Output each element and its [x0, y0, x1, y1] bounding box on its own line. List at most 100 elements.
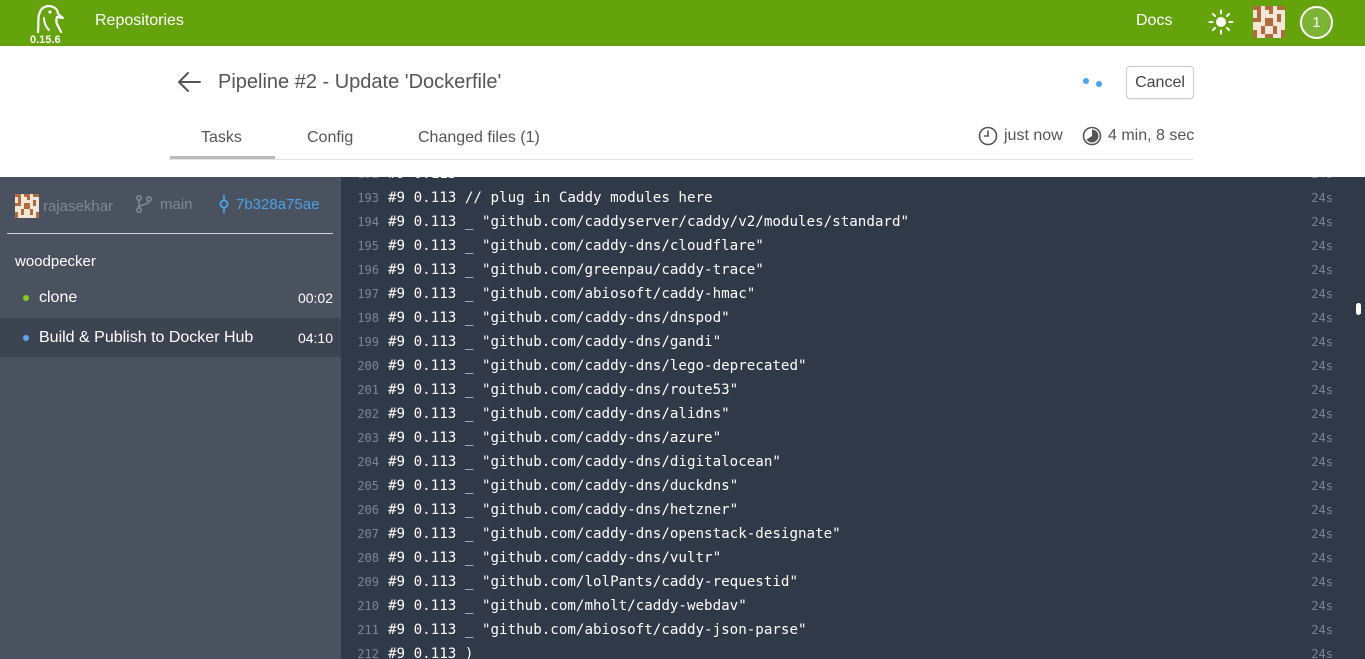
created-time-label: just now — [1004, 127, 1063, 144]
sidebar-divider — [7, 233, 333, 234]
log-line-text: #9 0.113 _ "github.com/caddy-dns/alidns" — [388, 406, 730, 422]
log-line-text: #9 0.113 _ "github.com/caddy-dns/route53… — [388, 382, 739, 398]
log-line-number[interactable]: 195 — [341, 239, 379, 253]
step-label: clone — [39, 288, 78, 306]
nav-repositories-link[interactable]: Repositories — [95, 12, 184, 30]
log-line-time: 24s — [1311, 263, 1333, 277]
log-viewer[interactable]: 192 #9 0.113 24s 193 #9 0.113 // plug in Cad… — [341, 177, 1365, 659]
log-line: 192 #9 0.113 24s — [341, 177, 1365, 186]
notification-badge[interactable]: 1 — [1300, 6, 1333, 39]
step-duration: 00:02 — [297, 289, 333, 306]
log-line-time: 24s — [1311, 599, 1333, 613]
log-line: 199 #9 0.113 _ "github.com/caddy-dns/gand… — [341, 330, 1365, 354]
log-line: 208 #9 0.113 _ "github.com/caddy-dns/vult… — [341, 546, 1365, 570]
log-line-text: #9 0.113 _ "github.com/caddy-dns/cloudfl… — [388, 238, 764, 254]
tab-config[interactable]: Config — [307, 129, 353, 147]
log-line-number[interactable]: 200 — [341, 359, 379, 373]
commit-sha: 7b328a75ae — [236, 195, 320, 213]
log-line-text: #9 0.113 _ "github.com/caddy-dns/dnspod" — [388, 310, 730, 326]
log-line-number[interactable]: 205 — [341, 479, 379, 493]
log-line-text: #9 0.113 _ "github.com/caddy-dns/digital… — [388, 454, 781, 470]
commit-sha-link[interactable]: 7b328a75ae — [218, 194, 319, 214]
log-line-number[interactable]: 194 — [341, 215, 379, 229]
log-line-time: 24s — [1311, 215, 1333, 229]
pipeline-duration: 4 min, 8 sec — [1082, 126, 1194, 146]
home-logo-link[interactable]: 0.15.6 — [28, 2, 68, 46]
log-line-time: 24s — [1311, 431, 1333, 445]
active-tab-indicator — [170, 156, 275, 159]
log-line-number[interactable]: 198 — [341, 311, 379, 325]
log-line-text: #9 0.113 _ "github.com/caddyserver/caddy… — [388, 214, 910, 230]
sun-icon — [1208, 9, 1234, 35]
user-avatar-button[interactable] — [1253, 6, 1285, 38]
log-line-number[interactable]: 204 — [341, 455, 379, 469]
created-time: just now — [978, 126, 1063, 146]
arrow-left-icon — [178, 72, 201, 92]
commit-branch: main — [135, 194, 193, 214]
workflow-name: woodpecker — [15, 253, 96, 270]
log-line-number[interactable]: 212 — [341, 647, 379, 659]
log-line-number[interactable]: 193 — [341, 191, 379, 205]
step-item-clone[interactable]: clone 00:02 — [0, 278, 341, 317]
log-line-number[interactable]: 203 — [341, 431, 379, 445]
version-label: 0.15.6 — [30, 34, 61, 46]
log-line: 201 #9 0.113 _ "github.com/caddy-dns/rout… — [341, 378, 1365, 402]
log-line: 203 #9 0.113 _ "github.com/caddy-dns/azur… — [341, 426, 1365, 450]
log-line: 200 #9 0.113 _ "github.com/caddy-dns/lego… — [341, 354, 1365, 378]
log-line: 205 #9 0.113 _ "github.com/caddy-dns/duck… — [341, 474, 1365, 498]
theme-toggle-button[interactable] — [1208, 9, 1234, 35]
tab-tasks[interactable]: Tasks — [201, 129, 242, 147]
log-line: 210 #9 0.113 _ "github.com/mholt/caddy-we… — [341, 594, 1365, 618]
commit-info: rajasekhar main 7b328a75ae — [15, 194, 335, 218]
log-line: 209 #9 0.113 _ "github.com/lolPants/caddy… — [341, 570, 1365, 594]
log-scrollbar[interactable] — [1356, 303, 1361, 315]
log-line-number[interactable]: 211 — [341, 623, 379, 637]
log-line: 211 #9 0.113 _ "github.com/abiosoft/caddy… — [341, 618, 1365, 642]
notification-count: 1 — [1312, 14, 1321, 31]
log-line-time: 24s — [1311, 575, 1333, 589]
log-line-text: #9 0.113 _ "github.com/greenpau/caddy-tr… — [388, 262, 764, 278]
log-line-time: 24s — [1311, 287, 1333, 301]
log-line-number[interactable]: 196 — [341, 263, 379, 277]
log-line-number[interactable]: 206 — [341, 503, 379, 517]
log-line-time: 24s — [1311, 479, 1333, 493]
log-line-number[interactable]: 210 — [341, 599, 379, 613]
running-spinner-icon — [1083, 78, 1107, 88]
log-line-time: 24s — [1311, 311, 1333, 325]
log-line-time: 24s — [1311, 383, 1333, 397]
log-line: 195 #9 0.113 _ "github.com/caddy-dns/clou… — [341, 234, 1365, 258]
log-line: 212 #9 0.113 ) 24s — [341, 642, 1365, 659]
tab-changed-files[interactable]: Changed files (1) — [418, 129, 540, 147]
log-line: 204 #9 0.113 _ "github.com/caddy-dns/digi… — [341, 450, 1365, 474]
timer-icon — [1082, 126, 1102, 146]
git-branch-icon — [135, 194, 153, 214]
log-line-text: #9 0.113 _ "github.com/mholt/caddy-webda… — [388, 598, 747, 614]
avatar — [15, 194, 39, 218]
back-button[interactable] — [176, 70, 202, 94]
log-line-time: 24s — [1311, 623, 1333, 637]
duration-label: 4 min, 8 sec — [1108, 127, 1195, 144]
log-line-time: 24s — [1311, 551, 1333, 565]
log-line-number[interactable]: 208 — [341, 551, 379, 565]
log-line-time: 24s — [1311, 503, 1333, 517]
log-line-text: #9 0.113 _ "github.com/abiosoft/caddy-js… — [388, 622, 807, 638]
log-line-time: 24s — [1311, 191, 1333, 205]
log-line-number[interactable]: 207 — [341, 527, 379, 541]
log-line-time: 24s — [1311, 359, 1333, 373]
log-line-number[interactable]: 209 — [341, 575, 379, 589]
step-item-build-publish[interactable]: Build & Publish to Docker Hub 04:10 — [0, 318, 341, 357]
log-line-number[interactable]: 199 — [341, 335, 379, 349]
log-line-number[interactable]: 202 — [341, 407, 379, 421]
log-line-number[interactable]: 201 — [341, 383, 379, 397]
step-label: Build & Publish to Docker Hub — [39, 328, 254, 346]
log-line: 194 #9 0.113 _ "github.com/caddyserver/ca… — [341, 210, 1365, 234]
log-line: 206 #9 0.113 _ "github.com/caddy-dns/hetz… — [341, 498, 1365, 522]
nav-docs-link[interactable]: Docs — [1136, 12, 1172, 30]
log-line-number[interactable]: 197 — [341, 287, 379, 301]
log-line-number[interactable]: 192 — [341, 177, 379, 181]
cancel-button[interactable]: Cancel — [1126, 66, 1194, 99]
log-line: 193 #9 0.113 // plug in Caddy modules her… — [341, 186, 1365, 210]
tabs-divider — [170, 159, 1194, 160]
log-line-text: #9 0.113 // plug in Caddy modules here — [388, 190, 713, 206]
step-duration: 04:10 — [297, 329, 333, 346]
